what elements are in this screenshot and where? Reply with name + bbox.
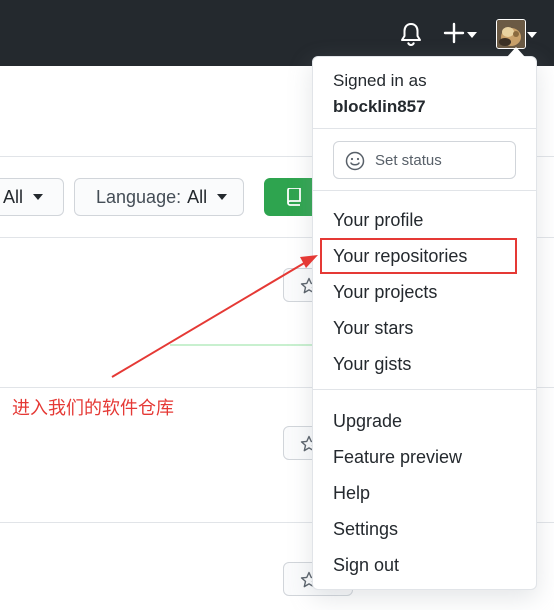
- annotation-arrow: [111, 255, 318, 378]
- annotation-text: 进入我们的软件仓库: [12, 398, 174, 419]
